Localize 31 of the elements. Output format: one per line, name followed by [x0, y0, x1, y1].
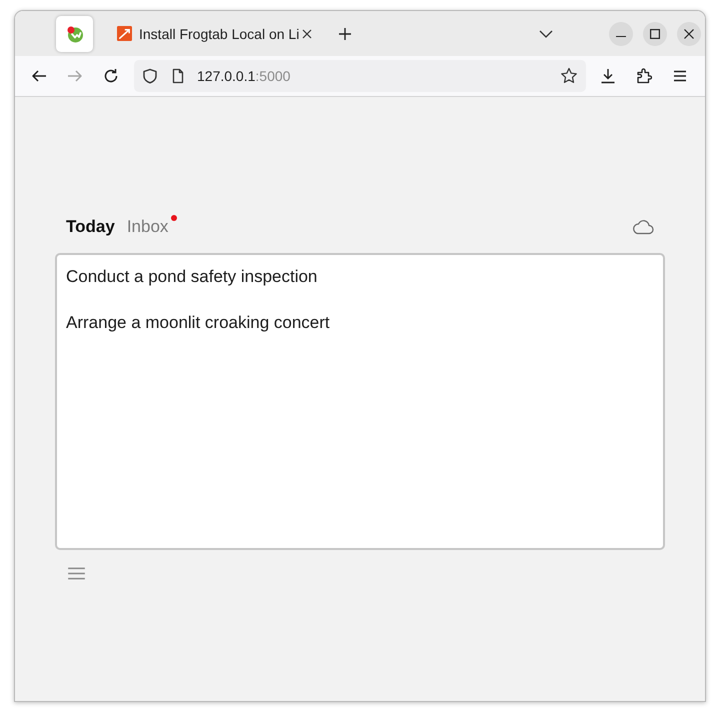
close-button[interactable] [677, 22, 701, 46]
task-text: Arrange a moonlit croaking concert [66, 312, 330, 334]
minimize-icon [616, 36, 626, 38]
address-bar[interactable]: 127.0.0.1:5000 [134, 60, 586, 92]
close-icon [684, 28, 694, 38]
maximize-button[interactable] [643, 22, 667, 46]
url-text[interactable]: 127.0.0.1:5000 [197, 68, 290, 84]
frog-favicon-icon [66, 24, 84, 42]
puzzle-piece-icon [636, 68, 652, 84]
forward-arrow-icon [67, 68, 83, 84]
view-tab[interactable]: Inbox [126, 217, 178, 237]
view-tab[interactable]: Today [66, 217, 115, 237]
tab-title: Install Frogtab Local on Li [139, 26, 300, 42]
task-editor[interactable]: Conduct a pond safety inspection Arrange a moonlit croaking concert [55, 253, 665, 550]
menu-icon[interactable] [68, 567, 85, 580]
page-icon[interactable] [170, 68, 186, 84]
menu-icon [672, 68, 688, 84]
pinned-tab[interactable] [56, 16, 93, 52]
plus-icon [338, 26, 352, 40]
maximize-icon [650, 28, 660, 38]
reload-icon [103, 68, 119, 84]
download-icon [600, 68, 616, 84]
bookmark-star-icon[interactable] [560, 67, 578, 85]
browser-tab[interactable]: Install Frogtab Local on Li [106, 16, 322, 52]
page-favicon-icon [117, 26, 132, 41]
close-icon[interactable] [302, 28, 312, 38]
shield-icon[interactable] [142, 68, 158, 84]
chevron-down-icon [539, 30, 553, 38]
task-text: Conduct a pond safety inspection [66, 266, 318, 288]
back-arrow-icon [31, 68, 47, 84]
cloud-icon[interactable] [632, 219, 654, 235]
